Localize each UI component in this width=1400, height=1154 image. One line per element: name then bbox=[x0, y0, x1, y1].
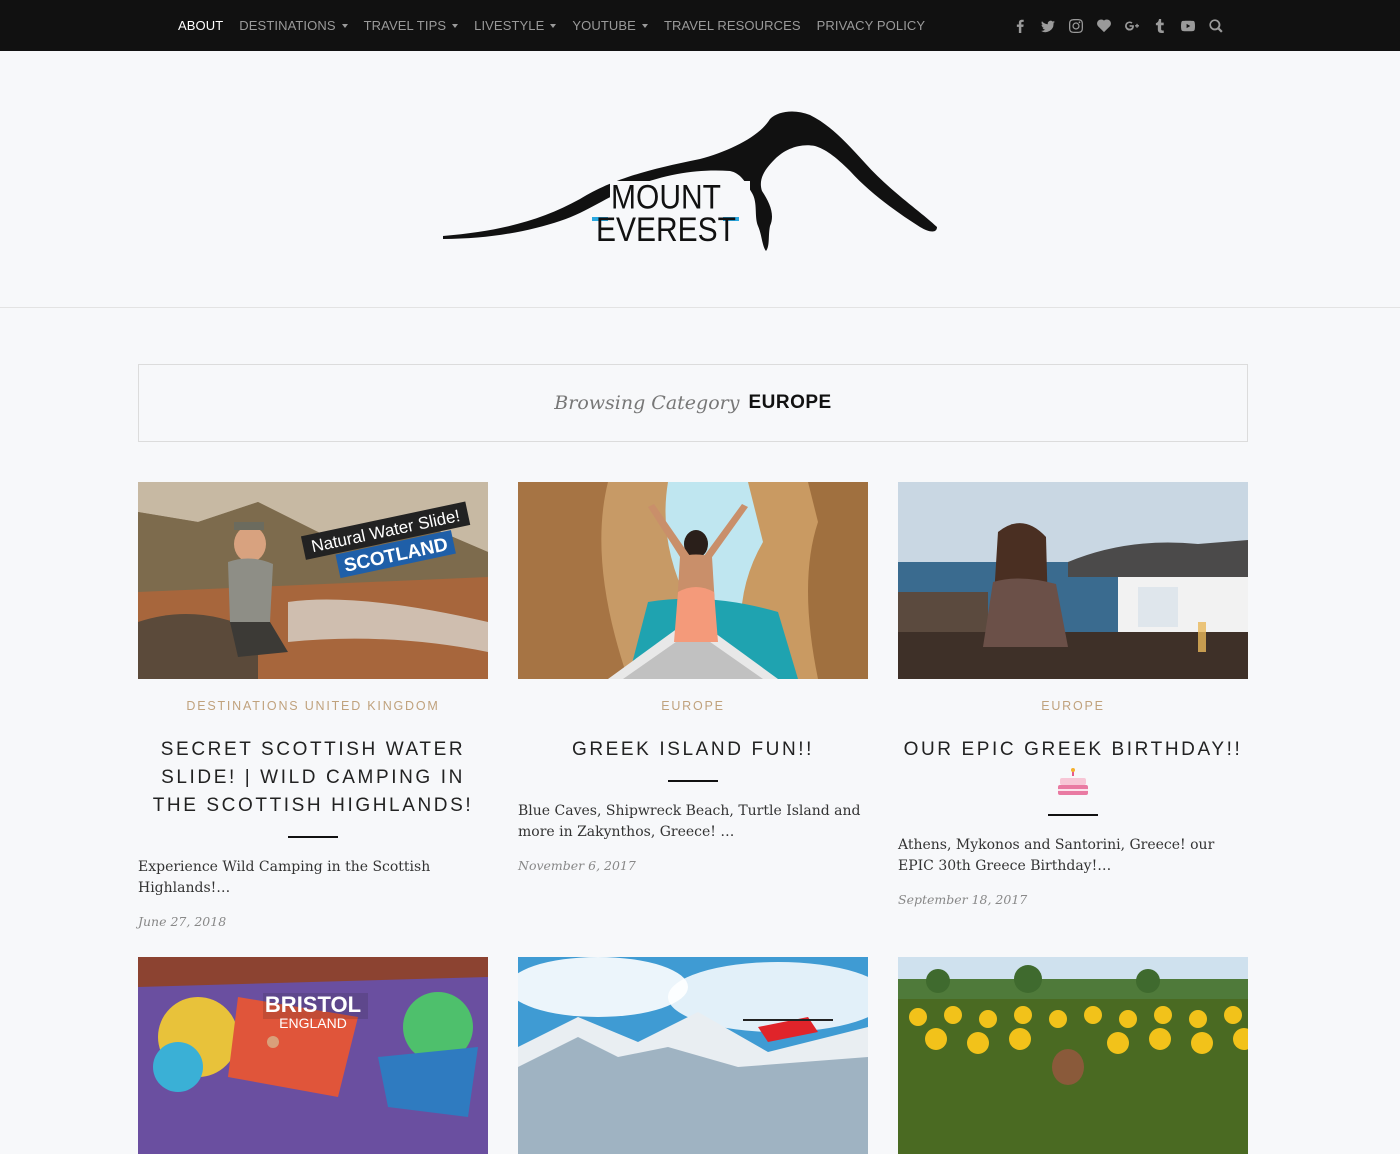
nav-label: TRAVEL RESOURCES bbox=[663, 18, 801, 33]
caret-down-icon bbox=[550, 23, 557, 28]
post-title[interactable]: SECRET SCOTTISH WATER SLIDE! | WILD CAMP… bbox=[138, 736, 488, 820]
title-divider bbox=[288, 836, 338, 838]
post-excerpt: Blue Caves, Shipwreck Beach, Turtle Isla… bbox=[518, 803, 861, 840]
nav-item-travel-tips[interactable]: TRAVEL TIPS bbox=[364, 18, 459, 33]
post-thumbnail[interactable] bbox=[898, 957, 1248, 1154]
post-card: BRISTOL ENGLAND bbox=[138, 957, 488, 1154]
post-title[interactable]: GREEK ISLAND FUN!! bbox=[518, 736, 868, 764]
nav-label: TRAVEL TIPS bbox=[363, 18, 447, 33]
nav-item-about[interactable]: ABOUT bbox=[178, 18, 223, 33]
post-card: EUROPE GREEK ISLAND FUN!! Blue Caves, Sh… bbox=[518, 482, 868, 873]
post-card bbox=[518, 957, 868, 1154]
google-plus-icon[interactable] bbox=[1124, 18, 1140, 34]
category-label: Browsing Category bbox=[554, 392, 740, 414]
site-header: MOUNT EVEREST bbox=[0, 51, 1400, 308]
post-date: June 27, 2018 bbox=[138, 914, 227, 929]
nav-label: LIVESTYLE bbox=[474, 18, 545, 33]
post-card: EUROPE OUR EPIC GREEK BIRTHDAY!! Athens,… bbox=[898, 482, 1248, 907]
title-divider bbox=[1048, 814, 1098, 816]
heart-icon[interactable] bbox=[1096, 18, 1112, 34]
tumblr-icon[interactable] bbox=[1152, 18, 1168, 34]
instagram-icon[interactable] bbox=[1068, 18, 1084, 34]
post-thumbnail[interactable] bbox=[518, 957, 868, 1154]
twitter-icon[interactable] bbox=[1040, 18, 1056, 34]
social-icons bbox=[1012, 0, 1236, 51]
caret-down-icon bbox=[452, 23, 459, 28]
thumbnail-title: BRISTOL bbox=[265, 992, 361, 1017]
search-icon[interactable] bbox=[1208, 18, 1224, 34]
nav-item-livestyle[interactable]: LIVESTYLE bbox=[474, 18, 557, 33]
nav-label: DESTINATIONS bbox=[239, 18, 336, 33]
nav-item-youtube[interactable]: YOUTUBE bbox=[572, 18, 648, 33]
post-thumbnail[interactable]: Natural Water Slide! SCOTLAND bbox=[138, 482, 488, 679]
caret-down-icon bbox=[641, 23, 648, 28]
top-navigation-bar: ABOUT DESTINATIONS TRAVEL TIPS LIVESTYLE… bbox=[0, 0, 1400, 51]
nav-item-privacy-policy[interactable]: PRIVACY POLICY bbox=[817, 18, 926, 33]
title-divider bbox=[668, 780, 718, 782]
post-date: November 6, 2017 bbox=[518, 858, 636, 873]
caret-down-icon bbox=[341, 23, 348, 28]
nav-item-travel-resources[interactable]: TRAVEL RESOURCES bbox=[664, 18, 801, 33]
nav-label: ABOUT bbox=[178, 18, 224, 33]
thumbnail-subtitle: ENGLAND bbox=[279, 1015, 347, 1031]
post-title[interactable]: OUR EPIC GREEK BIRTHDAY!! bbox=[898, 736, 1248, 764]
nav-label: YOUTUBE bbox=[572, 18, 636, 33]
facebook-icon[interactable] bbox=[1012, 18, 1028, 34]
category-heading-box: Browsing Category EUROPE bbox=[138, 364, 1248, 442]
post-thumbnail[interactable]: BRISTOL ENGLAND bbox=[138, 957, 488, 1154]
post-excerpt: Experience Wild Camping in the Scottish … bbox=[138, 859, 431, 896]
post-category[interactable]: EUROPE bbox=[898, 699, 1248, 713]
post-thumbnail[interactable] bbox=[898, 482, 1248, 679]
birthday-cake-icon bbox=[1058, 768, 1088, 795]
category-name: EUROPE bbox=[748, 392, 832, 413]
nav-item-destinations[interactable]: DESTINATIONS bbox=[239, 18, 348, 33]
youtube-icon[interactable] bbox=[1180, 18, 1196, 34]
nav-label: PRIVACY POLICY bbox=[816, 18, 926, 33]
mount-everest-logo[interactable]: MOUNT EVEREST bbox=[440, 111, 940, 261]
post-excerpt: Athens, Mykonos and Santorini, Greece! o… bbox=[898, 837, 1215, 874]
post-category[interactable]: EUROPE bbox=[518, 699, 868, 713]
post-card: Natural Water Slide! SCOTLAND DESTINATIO… bbox=[138, 482, 488, 929]
post-card bbox=[898, 957, 1248, 1154]
logo-line2: EVEREST bbox=[596, 210, 736, 248]
post-date: September 18, 2017 bbox=[898, 892, 1028, 907]
post-category[interactable]: DESTINATIONS UNITED KINGDOM bbox=[138, 699, 488, 713]
post-thumbnail[interactable] bbox=[518, 482, 868, 679]
main-nav: ABOUT DESTINATIONS TRAVEL TIPS LIVESTYLE… bbox=[178, 0, 941, 51]
